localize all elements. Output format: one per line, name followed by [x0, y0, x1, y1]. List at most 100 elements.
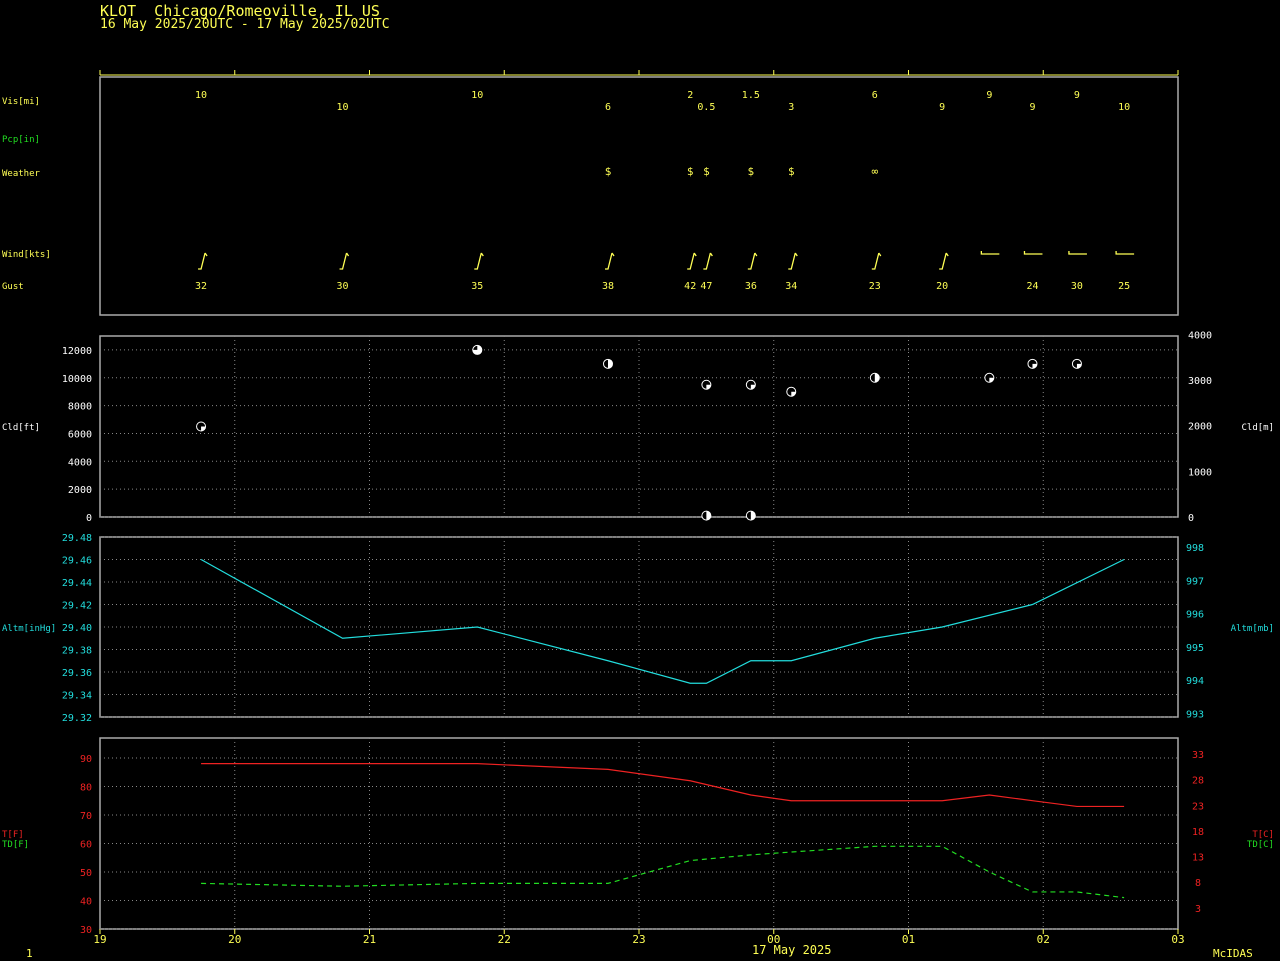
dewpoint-line	[201, 845, 1125, 899]
time-tick-label: 02	[1037, 933, 1050, 946]
wind-barb-staff	[605, 252, 613, 270]
gust-value: 32	[195, 281, 207, 292]
wind-barb-flag	[480, 252, 484, 257]
visibility-value: 10	[471, 90, 483, 101]
altm-ytick-label-mb: 996	[1186, 610, 1204, 621]
gust-value: 35	[471, 281, 483, 292]
visibility-value: 10	[1118, 102, 1130, 113]
wind-barb-staff	[1068, 251, 1087, 255]
gust-value: 42	[684, 281, 696, 292]
rain-shower-symbol: $	[605, 165, 612, 178]
cloud-ytick-label: 8000	[68, 402, 92, 413]
altm-ytick-label: 29.36	[62, 668, 92, 679]
obs-row-label: Weather	[2, 169, 41, 179]
wind-barb	[339, 252, 350, 270]
temp-ytick-label-c: 3	[1195, 904, 1201, 915]
rain-shower-symbol: $	[703, 165, 710, 178]
rain-shower-symbol: $	[748, 165, 755, 178]
cld-panel-frame	[99, 335, 1179, 518]
visibility-value: 6	[605, 102, 611, 113]
temp-ytick-label-c: 18	[1192, 827, 1204, 838]
time-tick-label: 21	[363, 933, 376, 946]
gust-value: 36	[745, 281, 757, 292]
visibility-value: 2	[687, 90, 693, 101]
visibility-value: 9	[1074, 90, 1080, 101]
cloud-ylabel-right: Cld[m]	[1241, 423, 1274, 433]
gust-value: 20	[936, 281, 948, 292]
wind-barb	[980, 251, 1000, 255]
cloud-ytick-label: 12000	[62, 346, 92, 357]
altm-ytick-label: 29.32	[62, 713, 92, 724]
wind-barb-staff	[980, 251, 1000, 255]
temp-ytick-label-c: 8	[1195, 878, 1201, 889]
wind-barb-staff	[198, 252, 206, 270]
wind-barb-flag	[693, 252, 697, 257]
time-tick-label: 00	[767, 933, 780, 946]
dewpoint-ylabel-right: TD[C]	[1247, 840, 1274, 850]
wind-barb-staff	[788, 252, 796, 270]
rain-shower-symbol: $	[687, 165, 694, 178]
cloud-cover-fill	[1076, 363, 1082, 369]
wind-barb-staff	[339, 252, 348, 270]
wind-barb	[871, 252, 882, 270]
visibility-value: 0.5	[697, 102, 715, 113]
visibility-value: 10	[195, 90, 207, 101]
altimeter-line	[200, 558, 1125, 684]
temp-ytick-label-c: 13	[1192, 853, 1204, 864]
altm-ytick-label: 29.40	[62, 623, 92, 634]
altm-ytick-label-mb: 998	[1186, 543, 1204, 554]
wind-barb	[939, 252, 949, 270]
gust-value: 30	[337, 281, 349, 292]
gust-value: 30	[1071, 281, 1083, 292]
meteogram-chart: 19 20 21 22 23 00 01 02 03Vis[mi]Pcp[in]WeatherW…	[2, 70, 1274, 946]
wind-barb-staff	[703, 252, 712, 270]
temp-ytick-label: 50	[80, 868, 92, 879]
wind-barb-flag	[611, 252, 615, 257]
cloud-cover-fill	[201, 426, 206, 431]
wind-barb-staff	[1023, 251, 1043, 255]
altm-ytick-label-mb: 993	[1186, 709, 1204, 720]
temp-ytick-label: 80	[80, 782, 92, 793]
wind-barb-flag	[346, 252, 350, 257]
wind-barb-flag	[945, 252, 949, 257]
wind-barb-staff	[687, 252, 695, 270]
visibility-value: 10	[337, 102, 349, 113]
cloud-cover-fill	[706, 384, 711, 390]
wind-barb	[788, 252, 798, 270]
temp-ytick-label: 40	[80, 896, 92, 907]
cloud-ytick-label-m: 1000	[1188, 467, 1212, 478]
gust-value: 34	[785, 281, 797, 292]
cloud-ytick-label: 0	[86, 513, 92, 524]
gust-value: 23	[869, 281, 881, 292]
wind-barb	[474, 252, 484, 270]
altm-ytick-label-mb: 997	[1186, 576, 1204, 587]
temp-ytick-label: 90	[80, 754, 92, 765]
cloud-ytick-label: 2000	[68, 485, 92, 496]
cloud-ytick-label-m: 2000	[1188, 422, 1212, 433]
wind-barb-staff	[747, 252, 756, 270]
cloud-cover-fill	[791, 391, 796, 397]
temperature-line	[201, 763, 1125, 808]
cloud-ylabel-left: Cld[ft]	[2, 423, 40, 433]
time-tick-label: 20	[228, 933, 241, 946]
obs-row-label: Gust	[2, 282, 24, 292]
visibility-value: 9	[1029, 102, 1035, 113]
gust-value: 24	[1026, 281, 1038, 292]
cloud-cover-fill	[1032, 363, 1037, 369]
wind-barb	[747, 252, 758, 270]
wind-barb	[1023, 251, 1043, 255]
rain-shower-symbol: $	[788, 165, 795, 178]
wind-barb	[703, 252, 713, 270]
altm-ytick-label-mb: 995	[1186, 643, 1204, 654]
gust-value: 38	[602, 281, 614, 292]
visibility-value: 3	[788, 102, 794, 113]
temp-ytick-label-c: 28	[1192, 776, 1204, 787]
dewpoint-ylabel-left: TD[F]	[2, 840, 29, 850]
altm-ytick-label-mb: 994	[1186, 676, 1204, 687]
time-tick-label: 01	[902, 933, 915, 946]
cloud-ytick-label-m: 4000	[1188, 330, 1212, 341]
visibility-value: 1.5	[742, 90, 760, 101]
altm-ylabel-right: Altm[mb]	[1231, 624, 1274, 634]
temp-ytick-label-c: 33	[1192, 750, 1204, 761]
temp-ytick-label-c: 23	[1192, 801, 1204, 812]
